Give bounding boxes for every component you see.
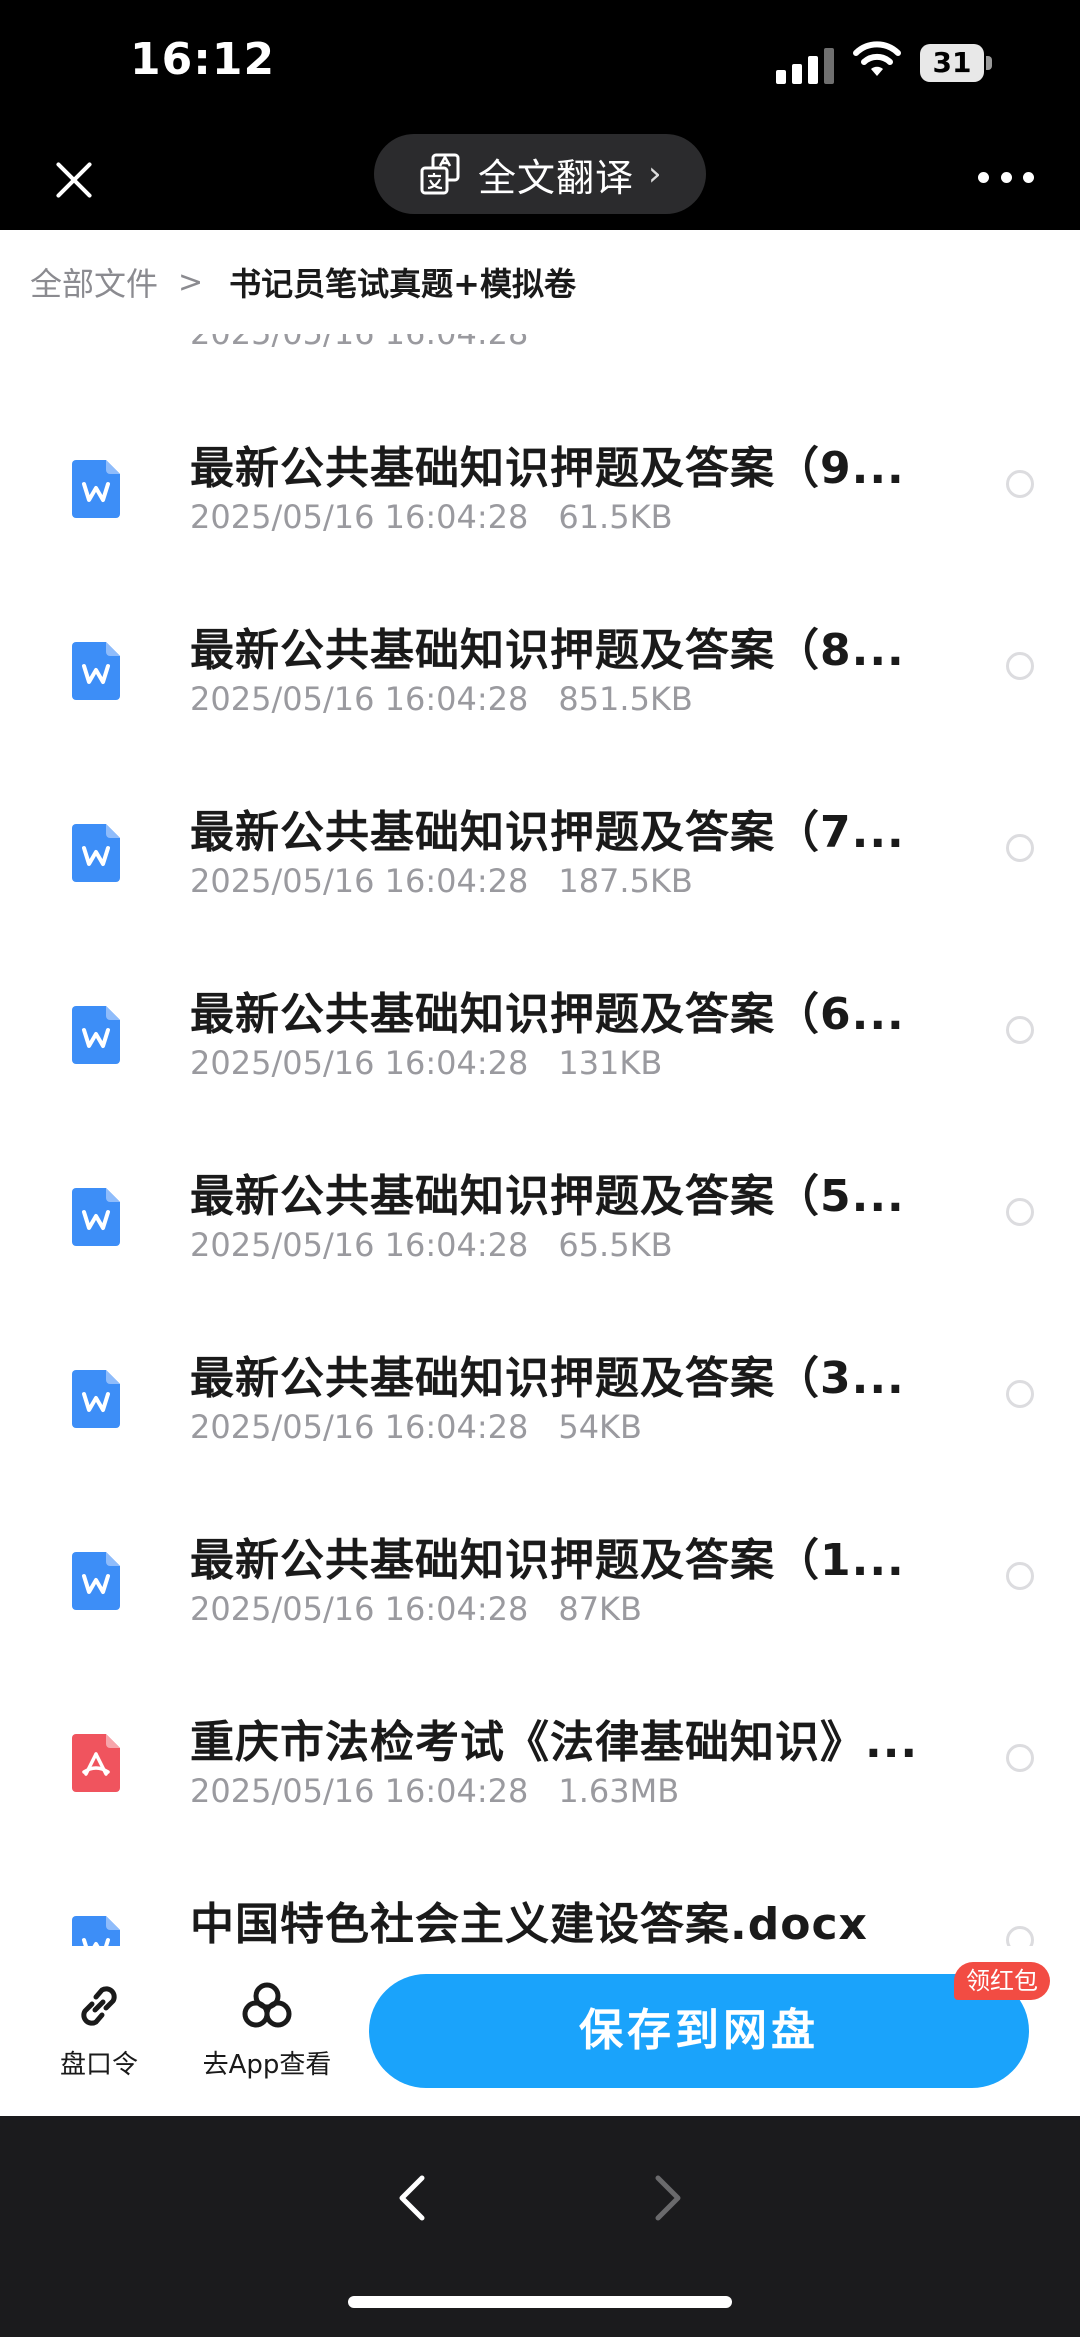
file-meta: 2025/05/16 16:04:28 131KB bbox=[190, 1044, 662, 1082]
close-icon[interactable] bbox=[44, 150, 104, 210]
file-row[interactable]: 最新公共基础知识押题及答案（9... 2025/05/16 16:04:28 61.… bbox=[0, 412, 1080, 594]
select-radio[interactable] bbox=[1006, 652, 1034, 680]
status-bar: 16:12 31 bbox=[0, 0, 1080, 130]
select-radio[interactable] bbox=[1006, 1198, 1034, 1226]
open-app-label: 去App查看 bbox=[202, 2050, 332, 2080]
file-name: 最新公共基础知识押题及答案（6... bbox=[190, 989, 905, 1040]
breadcrumb-root[interactable]: 全部文件 bbox=[30, 259, 158, 305]
word-file-icon bbox=[72, 1006, 120, 1064]
file-name: 最新公共基础知识押题及答案（1... bbox=[190, 1535, 905, 1586]
more-icon[interactable] bbox=[978, 172, 1034, 188]
breadcrumb-separator: > bbox=[178, 264, 204, 300]
file-meta: 2025/05/16 16:04:28 851.5KB bbox=[190, 680, 693, 718]
file-row[interactable]: 最新公共基础知识押题及答案（6... 2025/05/16 16:04:28 131… bbox=[0, 958, 1080, 1140]
select-radio[interactable] bbox=[1006, 1380, 1034, 1408]
file-browser: 2025/05/16 16:04:28 最新公共基础知识押题及答案（9... 202… bbox=[0, 230, 1080, 2116]
share-code-button[interactable]: 盘口令 bbox=[24, 1978, 174, 2081]
file-name: 重庆市法检考试《法律基础知识》... bbox=[190, 1717, 919, 1768]
pdf-file-icon bbox=[72, 1734, 120, 1792]
file-size: 851.5KB bbox=[558, 680, 693, 718]
breadcrumb-current: 书记员笔试真题+模拟卷 bbox=[229, 265, 576, 303]
file-name: 最新公共基础知识押题及答案（9... bbox=[190, 443, 905, 494]
file-size: 187.5KB bbox=[558, 862, 693, 900]
file-row[interactable]: 最新公共基础知识押题及答案（1... 2025/05/16 16:04:28 87K… bbox=[0, 1504, 1080, 1686]
forward-arrow-icon[interactable] bbox=[636, 2168, 696, 2228]
breadcrumb: 全部文件 > 书记员笔试真题+模拟卷 bbox=[0, 230, 1080, 334]
translate-icon bbox=[420, 153, 460, 195]
select-radio[interactable] bbox=[1006, 834, 1034, 862]
battery-icon: 31 bbox=[920, 44, 992, 82]
file-name: 最新公共基础知识押题及答案（8... bbox=[190, 625, 905, 676]
file-date: 2025/05/16 16:04:28 bbox=[190, 1408, 529, 1446]
bottom-action-bar: 盘口令 去App查看 保存到网盘 领红包 bbox=[0, 1946, 1080, 2116]
file-size: 1.63MB bbox=[558, 1772, 680, 1810]
word-file-icon bbox=[72, 824, 120, 882]
translate-label: 全文翻译 bbox=[478, 155, 635, 200]
word-file-icon bbox=[72, 1188, 120, 1246]
word-file-icon bbox=[72, 460, 120, 518]
file-size: 61.5KB bbox=[558, 498, 673, 536]
file-row[interactable]: 最新公共基础知识押题及答案（7... 2025/05/16 16:04:28 187… bbox=[0, 776, 1080, 958]
link-icon bbox=[81, 1986, 117, 2026]
file-meta: 2025/05/16 16:04:28 54KB bbox=[190, 1408, 642, 1446]
file-meta: 2025/05/16 16:04:28 65.5KB bbox=[190, 1226, 673, 1264]
file-name: 最新公共基础知识押题及答案（5... bbox=[190, 1171, 905, 1222]
file-date: 2025/05/16 16:04:28 bbox=[190, 1590, 529, 1628]
status-time: 16:12 bbox=[130, 34, 276, 85]
file-name: 最新公共基础知识押题及答案（3... bbox=[190, 1353, 905, 1404]
file-date: 2025/05/16 16:04:28 bbox=[190, 498, 529, 536]
file-size: 131KB bbox=[558, 1044, 663, 1082]
translate-button[interactable]: 全文翻译 › bbox=[374, 134, 706, 214]
app-icon bbox=[242, 1982, 292, 2028]
file-meta: 2025/05/16 16:04:28 187.5KB bbox=[190, 862, 693, 900]
file-date: 2025/05/16 16:04:28 bbox=[190, 862, 529, 900]
file-meta: 2025/05/16 16:04:28 1.63MB bbox=[190, 1772, 679, 1810]
file-meta: 2025/05/16 16:04:28 61.5KB bbox=[190, 498, 673, 536]
file-size: 54KB bbox=[558, 1408, 642, 1446]
file-size: 65.5KB bbox=[558, 1226, 673, 1264]
file-date: 2025/05/16 16:04:28 bbox=[190, 1044, 529, 1082]
file-row[interactable]: 最新公共基础知识押题及答案（5... 2025/05/16 16:04:28 65.… bbox=[0, 1140, 1080, 1322]
back-arrow-icon[interactable] bbox=[384, 2168, 444, 2228]
file-meta: 2025/05/16 16:04:28 87KB bbox=[190, 1590, 642, 1628]
chevron-right-icon: › bbox=[648, 154, 662, 194]
open-app-button[interactable]: 去App查看 bbox=[192, 1978, 342, 2081]
battery-level: 31 bbox=[920, 44, 984, 82]
red-packet-badge[interactable]: 领红包 bbox=[954, 1962, 1050, 2000]
wifi-icon bbox=[853, 41, 901, 76]
file-size: 87KB bbox=[558, 1590, 642, 1628]
file-row[interactable]: 重庆市法检考试《法律基础知识》... 2025/05/16 16:04:28 1.6… bbox=[0, 1686, 1080, 1868]
select-radio[interactable] bbox=[1006, 1562, 1034, 1590]
word-file-icon bbox=[72, 1552, 120, 1610]
share-code-label: 盘口令 bbox=[59, 2050, 138, 2080]
word-file-icon bbox=[72, 642, 120, 700]
home-indicator bbox=[348, 2296, 732, 2308]
file-name: 最新公共基础知识押题及答案（7... bbox=[190, 807, 905, 858]
select-radio[interactable] bbox=[1006, 470, 1034, 498]
file-date: 2025/05/16 16:04:28 bbox=[190, 1226, 529, 1264]
file-row[interactable]: 最新公共基础知识押题及答案（8... 2025/05/16 16:04:28 851… bbox=[0, 594, 1080, 776]
select-radio[interactable] bbox=[1006, 1016, 1034, 1044]
file-name: 中国特色社会主义建设答案.docx bbox=[190, 1899, 868, 1950]
top-nav: 全文翻译 › bbox=[0, 130, 1080, 230]
browser-nav bbox=[0, 2116, 1080, 2337]
file-date: 2025/05/16 16:04:28 bbox=[190, 1772, 529, 1810]
word-file-icon bbox=[72, 1370, 120, 1428]
file-date: 2025/05/16 16:04:28 bbox=[190, 680, 529, 718]
save-to-cloud-button[interactable]: 保存到网盘 bbox=[369, 1974, 1029, 2088]
cellular-signal-icon bbox=[776, 44, 836, 84]
select-radio[interactable] bbox=[1006, 1744, 1034, 1772]
file-row[interactable]: 最新公共基础知识押题及答案（3... 2025/05/16 16:04:28 54K… bbox=[0, 1322, 1080, 1504]
